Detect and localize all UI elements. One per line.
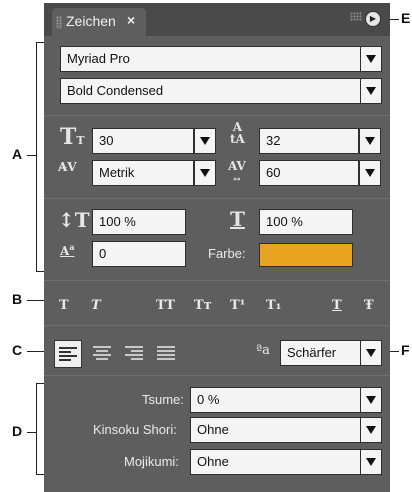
faux-italic-button[interactable]: T bbox=[91, 298, 101, 313]
kinsoku-label: Kinsoku Shori: bbox=[93, 422, 177, 437]
kerning-field[interactable]: Metrik bbox=[92, 160, 194, 186]
close-icon[interactable]: × bbox=[127, 12, 135, 28]
panel-tab-bar: Zeichen × ▶ bbox=[44, 3, 390, 36]
font-size-dropdown-button[interactable] bbox=[194, 128, 216, 154]
tracking-icon: AV ↔ bbox=[228, 159, 246, 185]
mojikumi-dropdown-button[interactable] bbox=[360, 449, 382, 475]
color-swatch[interactable] bbox=[259, 243, 353, 267]
callout-e: E bbox=[401, 10, 411, 26]
callout-d: D bbox=[12, 423, 23, 439]
kinsoku-dropdown-button[interactable] bbox=[360, 417, 382, 443]
font-size-icon: TT bbox=[60, 124, 85, 150]
leading-icon: AtA bbox=[230, 120, 245, 146]
tab-label: Zeichen bbox=[66, 13, 116, 29]
horizontal-scale-field[interactable]: 100 % bbox=[259, 209, 353, 235]
grip-icon[interactable] bbox=[56, 16, 62, 29]
antialias-icon: ªa bbox=[256, 343, 270, 358]
tsume-label: Tsume: bbox=[142, 392, 184, 407]
callout-f: F bbox=[401, 342, 410, 358]
font-family-field[interactable]: Myriad Pro bbox=[60, 46, 364, 72]
vertical-scale-icon: ↕T bbox=[58, 208, 90, 232]
all-caps-button[interactable]: TT bbox=[156, 298, 175, 313]
mojikumi-field[interactable]: Ohne bbox=[190, 449, 364, 475]
tracking-dropdown-button[interactable] bbox=[359, 160, 381, 186]
divider bbox=[44, 325, 390, 326]
antialias-field[interactable]: Schärfer bbox=[280, 340, 364, 366]
kerning-icon: A̶V bbox=[58, 160, 77, 174]
panel-menu-icon[interactable]: ▶ bbox=[365, 11, 381, 27]
kerning-dropdown-button[interactable] bbox=[194, 160, 216, 186]
tracking-field[interactable]: 60 bbox=[259, 160, 359, 186]
divider bbox=[44, 115, 390, 116]
divider bbox=[44, 198, 390, 199]
baseline-shift-field[interactable]: 0 bbox=[92, 241, 186, 267]
leading-field[interactable]: 32 bbox=[259, 128, 359, 154]
tsume-field[interactable]: 0 % bbox=[190, 387, 364, 413]
align-center-button[interactable] bbox=[88, 340, 116, 368]
horizontal-scale-icon: T bbox=[230, 207, 245, 231]
leading-dropdown-button[interactable] bbox=[359, 128, 381, 154]
vertical-scale-field[interactable]: 100 % bbox=[92, 209, 186, 235]
kinsoku-field[interactable]: Ohne bbox=[190, 417, 364, 443]
faux-bold-button[interactable]: T bbox=[59, 298, 69, 313]
color-label: Farbe: bbox=[208, 246, 246, 261]
callout-b: B bbox=[12, 291, 23, 307]
underline-button[interactable]: T bbox=[332, 298, 342, 313]
align-right-button[interactable] bbox=[120, 340, 148, 368]
mojikumi-label: Mojikumi: bbox=[124, 454, 179, 469]
divider bbox=[44, 375, 390, 376]
font-style-dropdown-button[interactable] bbox=[360, 78, 382, 104]
character-panel: Zeichen × ▶ Myriad Pro Bold Condensed TT… bbox=[44, 3, 390, 492]
align-left-button[interactable] bbox=[54, 340, 82, 368]
font-family-dropdown-button[interactable] bbox=[360, 46, 382, 72]
leader-b bbox=[27, 300, 44, 301]
subscript-button[interactable]: T₁ bbox=[266, 298, 281, 313]
callout-a: A bbox=[12, 146, 23, 162]
antialias-dropdown-button[interactable] bbox=[360, 340, 382, 366]
callout-c: C bbox=[12, 342, 23, 358]
tab-zeichen[interactable]: Zeichen × bbox=[52, 8, 146, 36]
font-size-field[interactable]: 30 bbox=[92, 128, 194, 154]
leader-d bbox=[27, 432, 36, 433]
small-caps-button[interactable]: Tт bbox=[194, 298, 212, 313]
superscript-button[interactable]: T¹ bbox=[230, 298, 245, 313]
strikethrough-button[interactable]: Ŧ bbox=[364, 298, 374, 313]
grip-icon bbox=[350, 12, 362, 21]
tsume-dropdown-button[interactable] bbox=[360, 387, 382, 413]
justify-button[interactable] bbox=[152, 340, 180, 368]
leader-a bbox=[27, 155, 36, 156]
font-style-field[interactable]: Bold Condensed bbox=[60, 78, 364, 104]
divider bbox=[44, 280, 390, 281]
baseline-shift-icon: Aa bbox=[60, 242, 75, 258]
